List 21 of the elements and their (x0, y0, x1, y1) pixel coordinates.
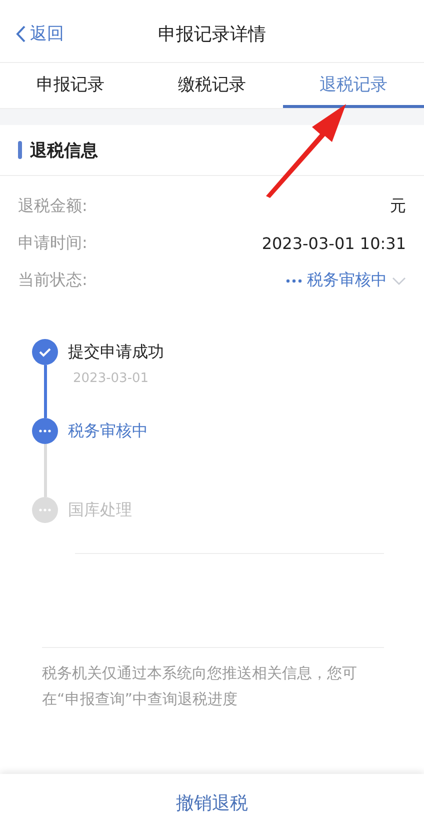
step-label: 国库处理 (68, 499, 132, 521)
field-label: 退税金额: (18, 196, 88, 217)
notice-text: 税务机关仅通过本系统向您推送相关信息，您可在“申报查询”中查询退税进度 (42, 663, 358, 710)
chevron-down-icon[interactable] (392, 276, 406, 284)
back-link[interactable]: 返回 (16, 22, 64, 45)
status-value: 税务审核中 (307, 270, 387, 291)
section-marker-icon (18, 141, 22, 159)
back-label[interactable]: 返回 (30, 22, 64, 45)
page-title: 申报记录详情 (158, 23, 266, 46)
tab[interactable]: 缴税记录 (141, 63, 283, 108)
step-label: 税务审核中 (68, 420, 148, 442)
dots-icon (286, 278, 302, 282)
field-label: 申请时间: (18, 233, 88, 254)
step-label: 提交申请成功 (68, 341, 164, 363)
field-value: 2023-03-01 10:31 (262, 234, 406, 253)
field-value: 元 (390, 196, 406, 217)
tab[interactable]: 申报记录 (0, 63, 142, 108)
field-label: 当前状态: (18, 270, 88, 291)
back-chevron-icon (16, 24, 26, 42)
section-title: 退税信息 (30, 140, 98, 162)
step-date: 2023-03-01 (73, 371, 150, 386)
